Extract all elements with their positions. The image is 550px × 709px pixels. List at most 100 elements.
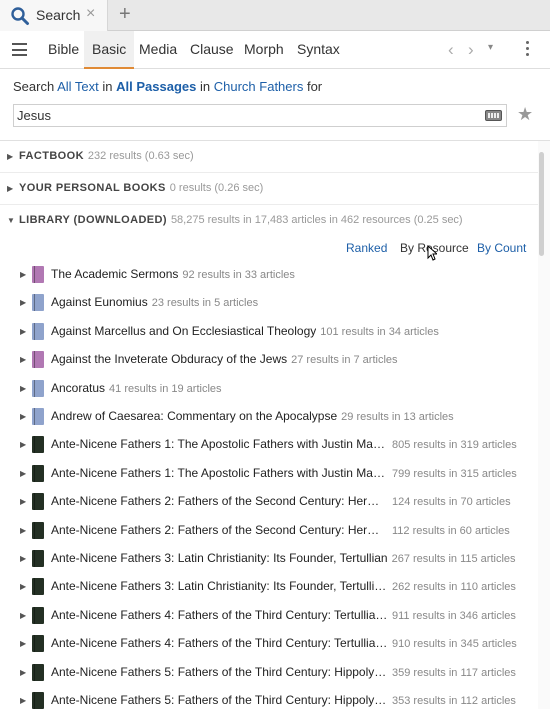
resource-count: 41 results in 19 articles [109,382,222,395]
resource-count: 29 results in 13 articles [341,411,454,423]
resource-count: 910 results in 345 articles [392,638,517,651]
result-row[interactable]: ▶ Against the Inveterate Obduracy of the … [0,346,538,374]
resource-title[interactable]: Ante-Nicene Fathers 1: The Apostolic Fat… [51,466,388,480]
caret-right-icon[interactable]: ▶ [20,440,26,449]
caret-right-icon[interactable]: ▶ [7,184,13,193]
sort-by-count[interactable]: By Count [477,241,526,255]
caret-right-icon[interactable]: ▶ [20,582,26,591]
tab-media[interactable]: Media [131,31,185,69]
scrollbar-thumb[interactable] [539,152,544,256]
section-library[interactable]: ▼ LIBRARY (DOWNLOADED) 58,275 results in … [0,205,538,237]
resource-title[interactable]: Ante-Nicene Fathers 4: Fathers of the Th… [51,636,388,650]
result-row[interactable]: ▶ Ante-Nicene Fathers 5: Fathers of the T… [0,687,538,709]
new-tab-button[interactable]: + [119,3,131,26]
resource-title[interactable]: The Academic Sermons [51,267,178,281]
result-row[interactable]: ▶ Ancoratus 41 results in 19 articles [0,375,538,403]
resource-title[interactable]: Ante-Nicene Fathers 1: The Apostolic Fat… [51,437,388,451]
tab-basic[interactable]: Basic [84,31,135,69]
result-row[interactable]: ▶ Against Marcellus and On Ecclesiastical… [0,318,538,346]
book-icon [32,351,44,369]
result-row[interactable]: ▶ Ante-Nicene Fathers 3: Latin Christiani… [0,545,538,573]
search-scope-line: Search All Text in All Passages in Churc… [13,79,322,94]
caret-right-icon[interactable]: ▶ [20,355,26,364]
result-row[interactable]: ▶ Against Eunomius 23 results in 5 article… [0,289,538,317]
caret-right-icon[interactable]: ▶ [20,327,26,336]
resource-title[interactable]: Ante-Nicene Fathers 5: Fathers of the Th… [51,665,388,679]
star-icon[interactable]: ★ [517,104,533,125]
history-dropdown-icon[interactable]: ▾ [488,42,493,53]
resource-count: 262 results in 110 articles [392,581,516,594]
caret-right-icon[interactable]: ▶ [20,668,26,677]
resource-title[interactable]: Against Marcellus and On Ecclesiastical … [51,324,316,338]
caret-right-icon[interactable]: ▶ [20,497,26,506]
section-count: 0 results (0.26 sec) [169,182,264,194]
resource-count: 911 results in 346 articles [392,609,516,622]
resource-title[interactable]: Andrew of Caesarea: Commentary on the Ap… [51,409,337,423]
result-row[interactable]: ▶ Ante-Nicene Fathers 2: Fathers of the S… [0,488,538,516]
resource-title[interactable]: Ante-Nicene Fathers 3: Latin Christianit… [51,551,388,565]
caret-right-icon[interactable]: ▶ [20,696,26,705]
result-row[interactable]: ▶ Ante-Nicene Fathers 5: Fathers of the T… [0,659,538,687]
section-personal-books[interactable]: ▶ YOUR PERSONAL BOOKS 0 results (0.26 sec… [0,173,538,205]
tab-syntax[interactable]: Syntax [289,31,348,69]
result-row[interactable]: ▶ Ante-Nicene Fathers 1: The Apostolic Fa… [0,460,538,488]
caret-right-icon[interactable]: ▶ [20,639,26,648]
search-toolbar: Bible Basic Media Clause Morph Syntax ‹ … [0,31,550,69]
result-row[interactable]: ▶ Andrew of Caesarea: Commentary on the A… [0,403,538,431]
resource-count: 799 results in 315 articles [392,467,517,480]
keyboard-icon[interactable] [485,110,502,121]
result-row[interactable]: ▶ Ante-Nicene Fathers 4: Fathers of the T… [0,602,538,630]
collection-link[interactable]: Church Fathers [214,79,304,94]
section-title: LIBRARY (DOWNLOADED) [19,214,167,226]
caret-right-icon[interactable]: ▶ [20,412,26,421]
tab-morph[interactable]: Morph [236,31,292,69]
caret-right-icon[interactable]: ▶ [20,611,26,620]
caret-right-icon[interactable]: ▶ [7,152,13,161]
caret-down-icon[interactable]: ▼ [7,216,15,225]
result-row[interactable]: ▶ Ante-Nicene Fathers 3: Latin Christiani… [0,573,538,601]
search-panel: Search All Text in All Passages in Churc… [0,69,550,141]
tab-bible[interactable]: Bible [40,31,87,69]
result-row[interactable]: ▶ The Academic Sermons 92 results in 33 ar… [0,261,538,289]
resource-title[interactable]: Ancoratus [51,381,105,395]
book-icon [32,635,44,653]
more-options-icon[interactable] [526,41,530,59]
result-row[interactable]: ▶ Ante-Nicene Fathers 4: Fathers of the T… [0,630,538,658]
tab-clause[interactable]: Clause [182,31,242,69]
book-icon [32,663,44,681]
caret-right-icon[interactable]: ▶ [20,270,26,279]
book-icon [32,606,44,624]
resource-title[interactable]: Against Eunomius [51,295,148,309]
book-icon [32,578,44,596]
book-icon [32,550,44,567]
caret-right-icon[interactable]: ▶ [20,298,26,307]
caret-right-icon[interactable]: ▶ [20,384,26,393]
search-prefix: Search [13,79,55,94]
caret-right-icon[interactable]: ▶ [20,554,26,563]
for-label: for [306,79,323,94]
caret-right-icon[interactable]: ▶ [20,469,26,478]
result-row[interactable]: ▶ Ante-Nicene Fathers 2: Fathers of the S… [0,517,538,545]
sort-options: Ranked By Resource By Count [0,241,538,261]
caret-right-icon[interactable]: ▶ [20,526,26,535]
section-factbook[interactable]: ▶ FACTBOOK 232 results (0.63 sec) [0,141,538,173]
resource-title[interactable]: Ante-Nicene Fathers 3: Latin Christianit… [51,579,388,593]
book-icon [32,266,44,283]
search-input[interactable] [14,105,474,126]
text-scope-link[interactable]: All Text [57,79,99,94]
resource-title[interactable]: Against the Inveterate Obduracy of the J… [51,352,287,366]
resource-title[interactable]: Ante-Nicene Fathers 2: Fathers of the Se… [51,494,388,508]
section-count: 58,275 results in 17,483 articles in 462… [170,214,463,226]
result-row[interactable]: ▶ Ante-Nicene Fathers 1: The Apostolic Fa… [0,431,538,459]
resource-title[interactable]: Ante-Nicene Fathers 2: Fathers of the Se… [51,523,388,537]
resource-title[interactable]: Ante-Nicene Fathers 5: Fathers of the Th… [51,693,388,707]
forward-icon[interactable]: › [468,40,474,60]
sort-ranked[interactable]: Ranked [346,241,387,255]
menu-icon[interactable] [12,43,27,56]
back-icon[interactable]: ‹ [448,40,454,60]
search-field[interactable] [13,104,507,127]
passage-scope-link[interactable]: All Passages [116,79,196,94]
resource-title[interactable]: Ante-Nicene Fathers 4: Fathers of the Th… [51,608,388,622]
close-icon[interactable]: × [86,5,95,23]
search-tab[interactable]: Search × [0,0,108,31]
